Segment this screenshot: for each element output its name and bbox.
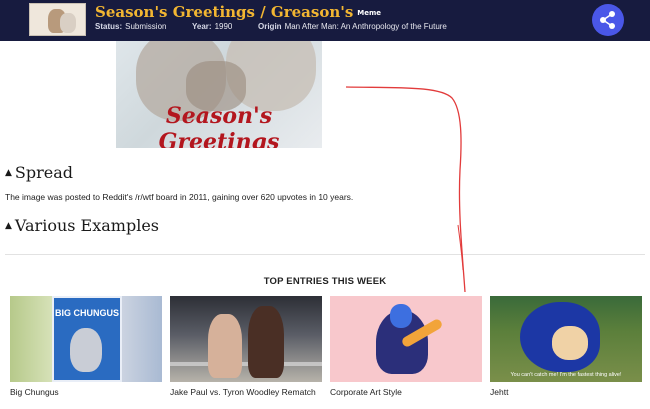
entry-card-jake-paul[interactable]: Jake Paul vs. Tyron Woodley Rematch bbox=[170, 296, 322, 397]
spread-heading[interactable]: ▲ Spread bbox=[5, 163, 73, 182]
category-badge: Meme bbox=[357, 9, 382, 17]
character-face bbox=[390, 304, 412, 328]
entry-caption[interactable]: Jehtt bbox=[490, 387, 642, 397]
page-title: Season's Greetings / Greason's bbox=[95, 3, 354, 21]
entry-thumbnail[interactable]: BIG CHUNGUS bbox=[10, 296, 162, 382]
entry-caption[interactable]: Jake Paul vs. Tyron Woodley Rematch bbox=[170, 387, 322, 397]
entry-card-jehtt[interactable]: You can't catch me! I'm the fastest thin… bbox=[490, 296, 642, 397]
entry-caption[interactable]: Big Chungus bbox=[10, 387, 162, 397]
share-icon bbox=[600, 11, 615, 29]
collapse-caret-icon[interactable]: ▲ bbox=[5, 168, 12, 178]
status-label: Status: bbox=[95, 22, 123, 31]
boxer-figure-1 bbox=[208, 314, 242, 378]
section-divider bbox=[5, 254, 645, 255]
top-entries-heading: TOP ENTRIES THIS WEEK bbox=[263, 276, 387, 287]
spread-paragraph: The image was posted to Reddit's /r/wtf … bbox=[5, 192, 354, 202]
various-examples-heading[interactable]: ▲ Various Examples bbox=[5, 216, 159, 235]
status-meta: Status: Submission bbox=[95, 22, 166, 31]
status-value: Submission bbox=[125, 22, 167, 31]
entry-thumbnail[interactable]: You can't catch me! I'm the fastest thin… bbox=[490, 296, 642, 382]
year-label: Year: bbox=[192, 22, 212, 31]
image-caption-text: Season's Greetings bbox=[158, 103, 280, 148]
meme-main-image[interactable]: Season's Greetings bbox=[116, 41, 322, 148]
title-row: Season's Greetings / Greason's Meme bbox=[95, 3, 381, 22]
origin-value[interactable]: Man After Man: An Anthropology of the Fu… bbox=[285, 22, 447, 31]
boxer-figure-2 bbox=[248, 306, 284, 378]
top-header: Season's Greetings / Greason's Meme Statu… bbox=[0, 0, 650, 41]
collapse-caret-icon[interactable]: ▲ bbox=[5, 221, 12, 231]
origin-label: Origin bbox=[258, 22, 282, 31]
origin-meta: Origin Man After Man: An Anthropology of … bbox=[258, 22, 447, 31]
character-face bbox=[552, 326, 588, 360]
entry-caption[interactable]: Corporate Art Style bbox=[330, 387, 482, 397]
spread-heading-text: Spread bbox=[14, 163, 74, 182]
entry-card-big-chungus[interactable]: BIG CHUNGUS Big Chungus bbox=[10, 296, 162, 397]
bunny-figure bbox=[70, 328, 102, 372]
thumbnail-figure-2 bbox=[60, 13, 76, 33]
various-examples-heading-text: Various Examples bbox=[14, 216, 159, 235]
image-subtitle: You can't catch me! I'm the fastest thin… bbox=[510, 372, 622, 378]
entry-thumbnail[interactable] bbox=[170, 296, 322, 382]
year-meta: Year: 1990 bbox=[192, 22, 232, 31]
share-button[interactable] bbox=[592, 4, 624, 36]
meme-thumbnail[interactable] bbox=[29, 3, 86, 36]
ring-rope bbox=[170, 362, 322, 366]
box-art-title: BIG CHUNGUS bbox=[55, 308, 120, 318]
year-value: 1990 bbox=[214, 22, 233, 31]
entry-card-corporate-art[interactable]: Corporate Art Style bbox=[330, 296, 482, 397]
entry-thumbnail[interactable] bbox=[330, 296, 482, 382]
